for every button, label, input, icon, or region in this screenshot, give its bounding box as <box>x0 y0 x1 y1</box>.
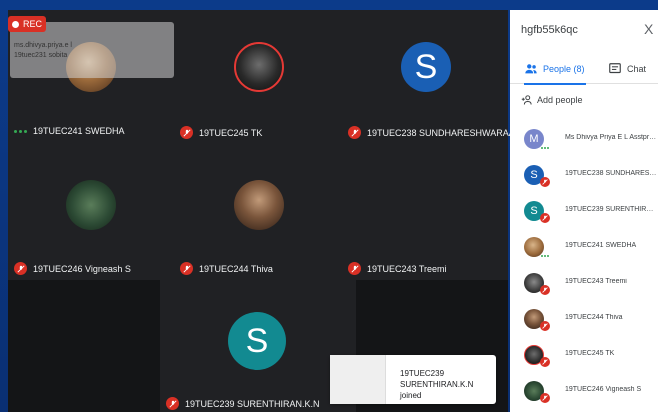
tab-people[interactable]: People (8) <box>524 54 586 85</box>
add-people-button[interactable]: Add people <box>521 94 583 106</box>
participant-name: 19TUEC246 Vigneash S <box>33 263 131 274</box>
participant-name: 19TUEC238 SUNDHARESHWARAA.M <box>367 127 525 138</box>
participant-tile[interactable]: S 19TUEC238 SUNDHARESHWARAA.M <box>342 10 525 145</box>
person-name: 19TUEC245 TK <box>565 350 615 357</box>
mic-off-icon <box>348 126 361 139</box>
people-icon <box>525 64 537 74</box>
mic-off-icon <box>540 357 550 367</box>
mic-off-icon <box>540 321 550 331</box>
participant-avatar: S <box>401 42 451 92</box>
participant-name: 19TUEC245 TK <box>199 127 263 138</box>
participant-tile[interactable]: 19TUEC245 TK <box>174 10 342 145</box>
toast-text: 19TUEC239 SURENTHIRAN.K.N joined <box>400 369 474 400</box>
participant-name-row: 19TUEC244 Thiva <box>180 262 273 275</box>
mic-off-icon <box>540 213 550 223</box>
recording-badge: REC <box>8 16 46 32</box>
participant-name: 19TUEC243 Treemi <box>367 263 447 274</box>
mic-off-icon <box>348 262 361 275</box>
mic-off-icon <box>540 393 550 403</box>
participant-avatar: S <box>228 312 286 370</box>
participant-avatar <box>234 42 284 92</box>
list-item[interactable]: M Ms Dhivya Priya E L Asstprof E... <box>510 123 658 157</box>
tab-chat-label: Chat <box>627 64 647 74</box>
speaking-indicator-icon <box>541 147 549 149</box>
person-name: 19TUEC243 Treemi <box>565 278 627 285</box>
participant-tile[interactable]: S 19TUEC239 SURENTHIRAN.K.N <box>160 280 356 412</box>
person-name: 19TUEC241 SWEDHA <box>565 242 637 249</box>
participant-avatar <box>66 180 116 230</box>
list-item[interactable]: S 19TUEC239 SURENTHIRAN.K.N <box>510 195 658 229</box>
tab-people-label: People (8) <box>543 64 585 74</box>
chat-icon <box>609 63 621 74</box>
recording-label: REC <box>22 19 42 29</box>
add-person-icon <box>521 95 532 105</box>
participant-name-row: 19TUEC243 Treemi <box>348 262 447 275</box>
mic-off-icon <box>14 262 27 275</box>
panel-header: hgfb55k6qc X <box>510 10 658 50</box>
person-name: Ms Dhivya Priya E L Asstprof E... <box>565 134 657 141</box>
participant-name: 19TUEC239 SURENTHIRAN.K.N <box>185 398 320 409</box>
participant-name-row: 19TUEC239 SURENTHIRAN.K.N <box>166 397 320 410</box>
person-name: 19TUEC246 Vigneash S <box>565 386 642 393</box>
toast-thumbnail <box>330 355 386 404</box>
meeting-code: hgfb55k6qc <box>521 24 578 36</box>
people-panel: hgfb55k6qc X People (8) Chat Add people … <box>510 10 658 412</box>
mic-off-icon <box>180 126 193 139</box>
list-item[interactable]: 19TUEC243 Treemi <box>510 267 658 301</box>
list-item[interactable]: 19TUEC241 SWEDHA <box>510 231 658 265</box>
add-people-label: Add people <box>537 95 583 105</box>
participant-name-row: 19TUEC238 SUNDHARESHWARAA.M <box>348 126 525 139</box>
participant-name-row: 19TUEC245 TK <box>180 126 262 139</box>
person-name: 19TUEC239 SURENTHIRAN.K.N <box>565 206 657 213</box>
list-item[interactable]: 19TUEC244 Thiva <box>510 303 658 337</box>
list-item[interactable]: 19TUEC246 Vigneash S <box>510 375 658 409</box>
panel-tabs: People (8) Chat <box>510 54 658 85</box>
participant-tile[interactable]: 19TUEC243 Treemi <box>342 145 508 280</box>
avatar <box>524 237 544 257</box>
mic-off-icon <box>540 285 550 295</box>
empty-tile <box>8 280 160 412</box>
meet-window: 19TUEC241 SWEDHA 19TUEC245 TK S 19TUEC23… <box>0 0 658 412</box>
close-icon[interactable]: X <box>644 21 653 37</box>
mic-off-icon <box>180 262 193 275</box>
join-toast: 19TUEC239 SURENTHIRAN.K.N joined <box>330 355 496 404</box>
avatar: M <box>524 129 544 149</box>
person-name: 19TUEC238 SUNDHARESHWA... <box>565 170 657 177</box>
participant-tile[interactable]: 19TUEC244 Thiva <box>174 145 342 280</box>
list-item[interactable]: 19TUEC245 TK <box>510 339 658 373</box>
participant-name: 19TUEC241 SWEDHA <box>33 126 125 136</box>
participant-name-row: 19TUEC246 Vigneash S <box>14 262 131 275</box>
participant-name: 19TUEC244 Thiva <box>199 263 273 274</box>
person-name: 19TUEC244 Thiva <box>565 314 623 321</box>
speaking-indicator-icon <box>14 129 27 133</box>
overlay-line: 19tuec231 sobita <box>14 52 68 59</box>
participant-name-row: 19TUEC241 SWEDHA <box>14 126 125 136</box>
mic-off-icon <box>166 397 179 410</box>
speaking-indicator-icon <box>541 255 549 257</box>
list-item[interactable]: S 19TUEC238 SUNDHARESHWA... <box>510 159 658 193</box>
participant-tile[interactable]: 19TUEC246 Vigneash S <box>8 145 174 280</box>
tab-chat[interactable]: Chat <box>608 54 648 84</box>
participant-avatar <box>234 180 284 230</box>
record-dot-icon <box>11 20 19 28</box>
mic-off-icon <box>540 177 550 187</box>
overlay-line: ms.dhivya.priya.e l <box>14 42 72 49</box>
